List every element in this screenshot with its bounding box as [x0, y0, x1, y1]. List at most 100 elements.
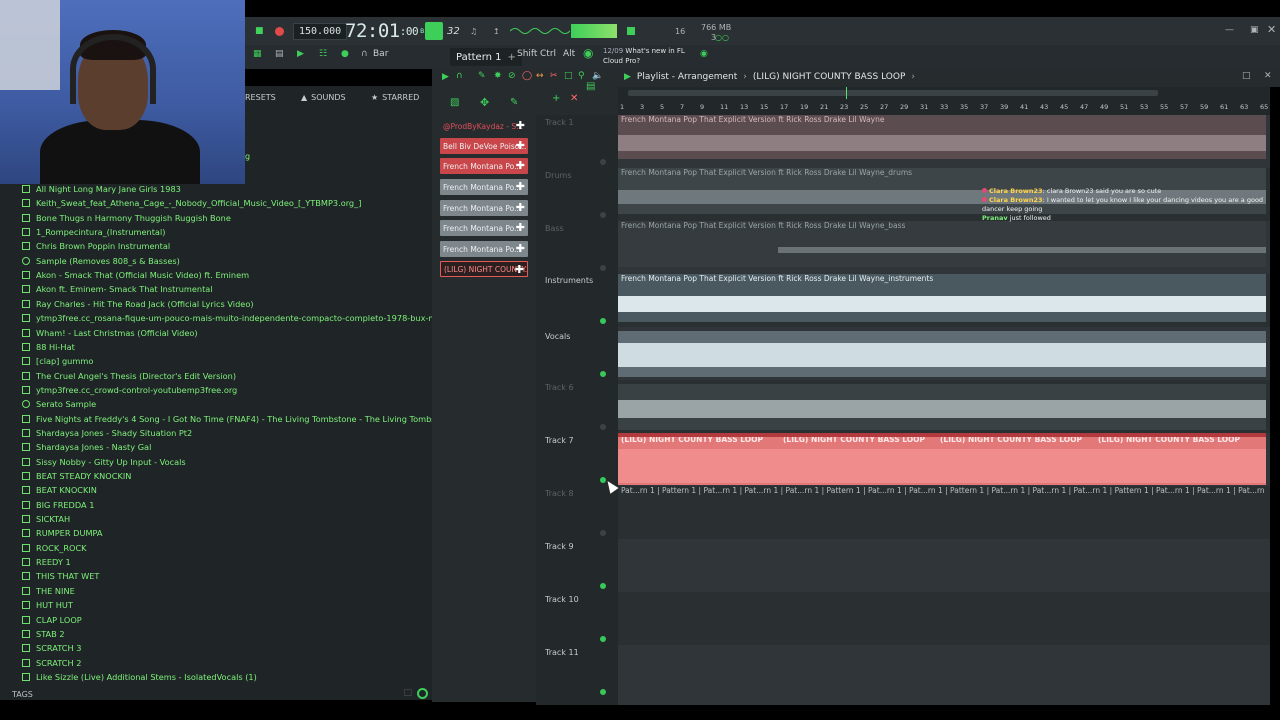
browser-item[interactable]: RUMPER DUMPA — [22, 526, 103, 540]
online-icon[interactable]: ◉ — [700, 49, 708, 59]
record-button[interactable] — [275, 17, 284, 45]
browser-item[interactable]: BEAT STEADY KNOCKIN — [22, 469, 131, 483]
wait-icon[interactable]: ↥ — [493, 17, 500, 45]
mixer-icon[interactable]: ▦ — [253, 49, 262, 59]
timeline-ruler[interactable]: 1 3 5 7 9 11 13 15 17 19 21 23 25 27 29 31 33 35 37 39 41 43 4… — [618, 87, 1270, 115]
browser-item[interactable]: THE NINE — [22, 584, 75, 598]
picker-item[interactable]: French Montana Po... ✚ — [440, 200, 528, 216]
snap-select[interactable]: Bar — [373, 49, 388, 59]
scroll-arrow-icon[interactable]: ▤ — [586, 81, 595, 92]
add-to-playlist-icon[interactable]: ✚ — [516, 119, 525, 133]
browser-item[interactable]: Sissy Nobby - Gitty Up Input - Vocals — [22, 455, 186, 469]
add-to-playlist-icon[interactable]: ✚ — [516, 201, 525, 215]
metronome-icon[interactable]: ♫ — [470, 17, 477, 45]
browser-item[interactable]: STAB 2 — [22, 627, 65, 641]
track-header[interactable]: Track 7 — [536, 433, 618, 486]
clip-instruments[interactable]: French Montana Pop That Explicit Version… — [618, 274, 1266, 322]
track-header[interactable]: Track 9 — [536, 539, 618, 592]
lane-track-7[interactable]: (LILG) NIGHT COUNTY BASS LOOP (LILG) NIG… — [618, 433, 1270, 486]
browser-item[interactable]: BEAT KNOCKIN — [22, 483, 97, 497]
folder-icon[interactable]: □ — [403, 688, 412, 698]
add-track-icon[interactable]: + — [552, 93, 560, 104]
microphone-icon[interactable]: ● — [341, 49, 349, 59]
browser-item[interactable]: Wham! - Last Christmas (Official Video) — [22, 326, 198, 340]
piano-roll-icon[interactable]: ▤ — [275, 49, 284, 59]
clip-bass-loop[interactable]: (LILG) NIGHT COUNTY BASS LOOP (LILG) NIG… — [618, 435, 1266, 485]
browser-item[interactable]: 1_Rompecintura_(Instrumental) — [22, 225, 165, 239]
browser-item[interactable]: SCRATCH 2 — [22, 656, 81, 670]
track-header[interactable]: Drums — [536, 168, 618, 221]
add-to-playlist-icon[interactable]: ✚ — [516, 242, 525, 256]
slice-tool-icon[interactable]: ✂ — [550, 71, 558, 81]
add-to-playlist-icon[interactable]: ✚ — [515, 263, 524, 276]
tempo-display[interactable]: 150.000 — [293, 17, 348, 45]
browser-item[interactable]: SCRATCH 3 — [22, 641, 81, 655]
picker-item[interactable]: French Montana Po... ✚ — [440, 158, 528, 174]
snap-icon[interactable]: ∩ — [456, 71, 463, 81]
track-header[interactable]: Track 8 — [536, 486, 618, 539]
browser-item[interactable]: HUT HUT — [22, 598, 73, 612]
tab-sounds[interactable]: ▲ SOUNDS — [301, 93, 346, 102]
horizontal-scrollbar[interactable] — [628, 90, 1158, 96]
picker-item[interactable]: Bell Biv DeVoe Poiso... ✚ — [440, 138, 528, 154]
track-mute-led[interactable] — [600, 371, 606, 377]
add-to-playlist-icon[interactable]: ✚ — [516, 159, 525, 173]
browser-item[interactable]: Ray Charles - Hit The Road Jack (Officia… — [22, 297, 254, 311]
browser-item[interactable]: ROCK_ROCK — [22, 541, 87, 555]
channel-rack-icon[interactable]: ▶ — [297, 49, 304, 59]
add-to-playlist-icon[interactable]: ✚ — [516, 139, 525, 153]
zoom-tool-icon[interactable]: ⚲ — [578, 71, 585, 81]
snap-magnet-icon[interactable]: ∩ — [361, 49, 368, 59]
close-icon[interactable]: ✕ — [1267, 23, 1276, 36]
tags-label[interactable]: TAGS — [12, 690, 33, 699]
browser-item[interactable]: Shardaysa Jones - Shady Situation Pt2 — [22, 426, 192, 440]
news-icon[interactable]: ◉ — [583, 46, 593, 60]
browser-item[interactable]: CLAP LOOP — [22, 613, 82, 627]
browser-item[interactable]: The Cruel Angel's Thesis (Director's Edi… — [22, 369, 236, 383]
track-mute-led[interactable] — [600, 212, 606, 218]
track-header[interactable]: Instruments — [536, 274, 618, 327]
playback-tool-icon[interactable]: 🔈 — [592, 71, 603, 81]
browser-item[interactable]: Like Sizzle (Live) Additional Stems - Is… — [22, 670, 257, 684]
track-mute-led[interactable] — [600, 265, 606, 271]
track-mute-led[interactable] — [600, 636, 606, 642]
brush-tool-icon[interactable]: ✸ — [494, 71, 502, 81]
plugin-picker-icon[interactable]: ☷ — [319, 49, 327, 59]
browser-item[interactable]: Sample (Removes 808_s & Basses) — [22, 254, 180, 268]
lane-track-9[interactable] — [618, 539, 1270, 592]
clip-bass[interactable]: French Montana Pop That Explicit Version… — [618, 221, 1266, 267]
browser-item[interactable]: Bone Thugs n Harmony Thuggish Ruggish Bo… — [22, 211, 231, 225]
browser-item[interactable]: Akon ft. Eminem- Smack That Instrumental — [22, 282, 213, 296]
track-mute-led[interactable] — [600, 583, 606, 589]
playlist-minimize-icon[interactable]: □ — [1242, 71, 1251, 81]
browser-item[interactable]: Chris Brown Poppin Instrumental — [22, 239, 170, 253]
pattern-mode-toggle[interactable] — [425, 17, 443, 45]
clip-full-song[interactable]: French Montana Pop That Explicit Version… — [618, 115, 1266, 159]
lane-instruments[interactable]: French Montana Pop That Explicit Version… — [618, 274, 1270, 327]
browser-item[interactable]: THIS THAT WET — [22, 569, 99, 583]
picker-item[interactable]: French Montana Po... ✚ — [440, 241, 528, 257]
search-icon[interactable] — [417, 688, 428, 699]
clip-pattern-row[interactable]: Pat...rn 1 | Pattern 1 | Pat...rn 1 | Pa… — [618, 486, 1266, 496]
track-header[interactable]: Track 6 — [536, 380, 618, 433]
pencil-tool-icon[interactable]: ✎ — [478, 71, 486, 81]
lane-track-8[interactable]: Pat...rn 1 | Pattern 1 | Pat...rn 1 | Pa… — [618, 486, 1270, 539]
pencil-icon[interactable]: ✎ — [510, 97, 518, 108]
browser-item[interactable]: 88 Hi-Hat — [22, 340, 75, 354]
tab-starred[interactable]: ★ STARRED — [371, 93, 419, 102]
browser-item[interactable]: BIG FREDDA 1 — [22, 498, 94, 512]
arrow-icon[interactable]: ▶ — [442, 72, 449, 82]
browser-item[interactable]: Serato Sample — [22, 397, 96, 411]
pattern-selector[interactable]: Pattern 1 + — [450, 48, 522, 66]
browser-item[interactable]: Keith_Sweat_feat_Athena_Cage_-_Nobody_Of… — [22, 196, 361, 210]
browser-item[interactable]: REEDY 1 — [22, 555, 71, 569]
play-button[interactable]: ■ — [255, 17, 264, 45]
maximize-icon[interactable]: ▣ — [1250, 25, 1259, 35]
browser-item[interactable]: Akon - Smack That (Official Music Video)… — [22, 268, 249, 282]
clip-vocals[interactable] — [618, 331, 1266, 377]
lane-bass[interactable]: French Montana Pop That Explicit Version… — [618, 221, 1270, 274]
track-mute-led[interactable] — [600, 159, 606, 165]
track-header[interactable]: Track 1 — [536, 115, 618, 168]
minimize-icon[interactable]: — — [1225, 25, 1234, 35]
select-tool-icon[interactable]: □ — [564, 71, 573, 81]
